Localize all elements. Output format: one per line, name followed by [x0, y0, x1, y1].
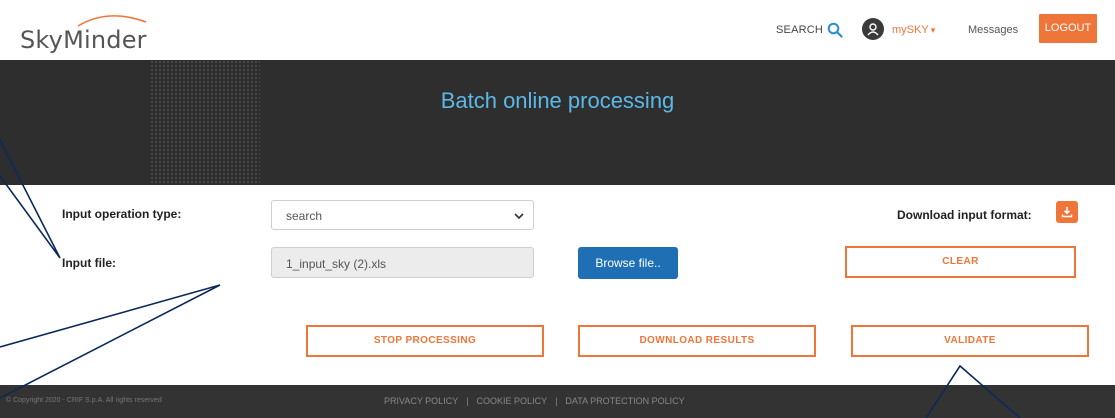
validate-button[interactable]: VALIDATE	[851, 325, 1089, 357]
user-menu[interactable]: mySKY ▾	[862, 18, 935, 40]
download-results-button[interactable]: DOWNLOAD RESULTS	[578, 325, 816, 357]
banner-texture	[150, 60, 260, 185]
download-format-button[interactable]	[1056, 201, 1078, 223]
input-file-value: 1_input_sky (2).xls	[286, 257, 387, 271]
skyminder-logo[interactable]: SkyMinder	[18, 6, 158, 56]
page-footer: © Copyright 2020 - CRIF S.p.A. All right…	[0, 385, 1115, 418]
logo-text: SkyMinder	[20, 26, 147, 54]
stop-processing-button[interactable]: STOP PROCESSING	[306, 325, 544, 357]
copyright-text: © Copyright 2020 - CRIF S.p.A. All right…	[6, 397, 162, 404]
messages-link[interactable]: Messages	[968, 24, 1018, 36]
search-label: SEARCH	[776, 24, 824, 36]
chevron-down-icon	[514, 213, 524, 220]
data-protection-policy-link[interactable]: DATA PROTECTION POLICY	[565, 396, 684, 406]
input-file-label: Input file:	[62, 256, 116, 270]
page-title: Batch online processing	[440, 88, 675, 113]
operation-type-select[interactable]: search	[271, 200, 534, 230]
logout-button[interactable]: LOGOUT	[1039, 14, 1097, 43]
top-header: SkyMinder SEARCH mySKY ▾ Messages LOGOUT	[0, 0, 1115, 60]
operation-type-label: Input operation type:	[62, 207, 182, 221]
footer-links: PRIVACY POLICY | COOKIE POLICY | DATA PR…	[384, 396, 685, 406]
operation-type-value: search	[286, 209, 323, 223]
clear-button[interactable]: CLEAR	[845, 246, 1076, 278]
user-avatar-icon	[862, 18, 884, 40]
page-banner: Batch online processing	[0, 60, 1115, 185]
cookie-policy-link[interactable]: COOKIE POLICY	[477, 396, 548, 406]
footer-separator: |	[555, 396, 558, 406]
header-search[interactable]: SEARCH	[776, 22, 843, 38]
browse-file-button[interactable]: Browse file..	[578, 247, 678, 279]
download-icon	[1061, 207, 1073, 218]
download-format-label: Download input format:	[897, 208, 1032, 222]
footer-separator: |	[466, 396, 469, 406]
chevron-down-icon: ▾	[930, 25, 936, 35]
user-menu-label: mySKY	[892, 24, 929, 36]
input-file-field[interactable]: 1_input_sky (2).xls	[271, 247, 534, 278]
callout-line-file-field	[0, 284, 221, 399]
privacy-policy-link[interactable]: PRIVACY POLICY	[384, 396, 458, 406]
search-icon[interactable]	[827, 22, 843, 38]
